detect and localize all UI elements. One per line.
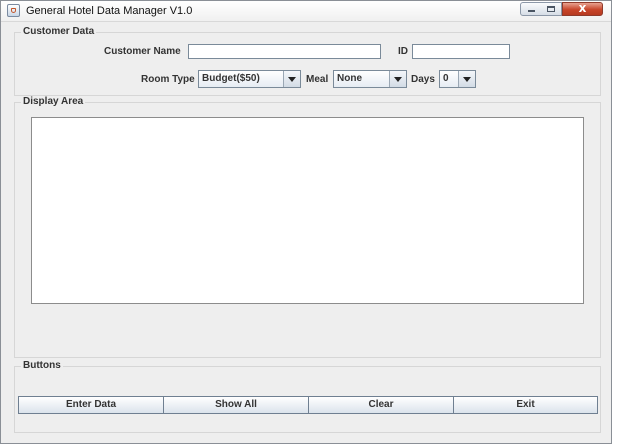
main-window: General Hotel Data Manager V1.0 x Custom… (0, 0, 612, 444)
maximize-icon[interactable] (541, 2, 562, 16)
background-strip (612, 0, 618, 446)
chevron-down-icon[interactable] (283, 71, 300, 87)
show-all-button[interactable]: Show All (163, 396, 309, 414)
java-app-icon (7, 4, 20, 17)
display-area-legend: Display Area (21, 96, 86, 107)
close-icon: x (578, 1, 587, 15)
minimize-icon[interactable] (520, 2, 542, 16)
buttons-legend: Buttons (21, 360, 63, 371)
exit-button[interactable]: Exit (453, 396, 598, 414)
room-type-label: Room Type (141, 74, 195, 85)
room-type-dropdown[interactable]: Budget($50) (198, 70, 301, 88)
close-button[interactable]: x (562, 1, 603, 16)
customer-name-label: Customer Name (104, 46, 181, 57)
customer-data-panel: Customer Data (14, 26, 601, 96)
enter-data-button[interactable]: Enter Data (18, 396, 164, 414)
days-value: 0 (443, 73, 449, 84)
room-type-value: Budget($50) (202, 73, 260, 84)
id-label: ID (398, 46, 408, 57)
meal-label: Meal (306, 74, 329, 85)
clear-button[interactable]: Clear (308, 396, 454, 414)
customer-data-legend: Customer Data (21, 26, 97, 37)
title-bar[interactable]: General Hotel Data Manager V1.0 x (1, 1, 611, 22)
days-dropdown[interactable]: 0 (439, 70, 476, 88)
id-input[interactable] (412, 44, 510, 59)
customer-name-input[interactable] (188, 44, 381, 59)
meal-value: None (337, 73, 362, 84)
display-text-area[interactable] (31, 117, 584, 304)
days-label: Days (411, 74, 435, 85)
chevron-down-icon[interactable] (389, 71, 406, 87)
chevron-down-icon[interactable] (458, 71, 475, 87)
window-title: General Hotel Data Manager V1.0 (26, 5, 193, 17)
meal-dropdown[interactable]: None (333, 70, 407, 88)
